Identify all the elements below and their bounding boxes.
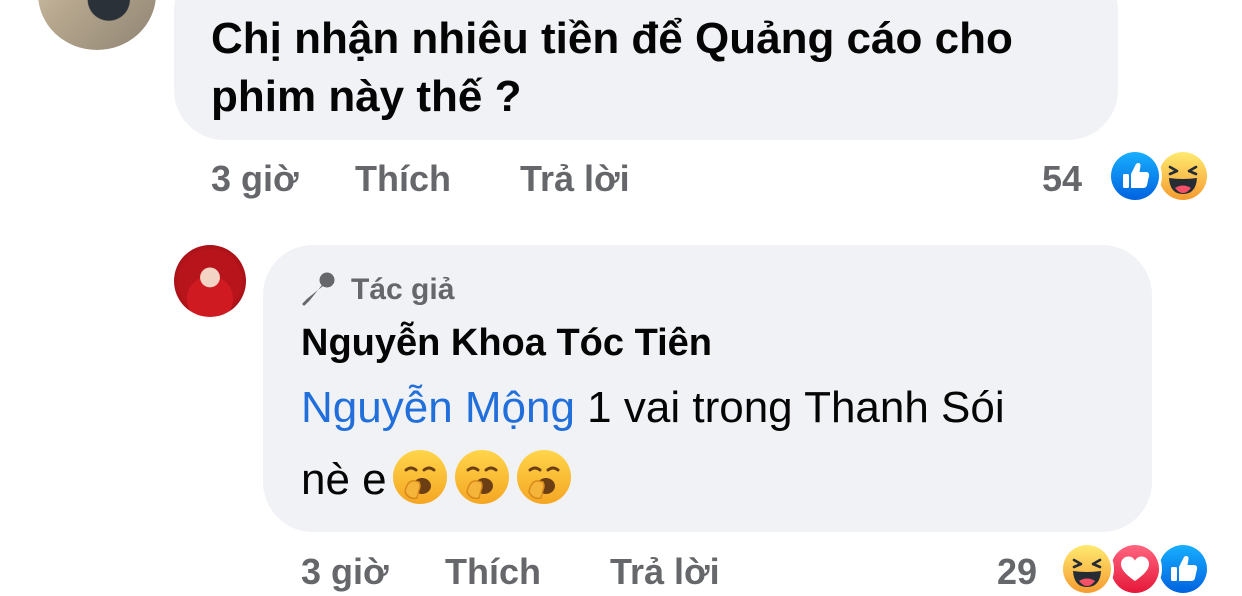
author-label: Tác giả xyxy=(351,273,455,306)
yawning-face-icon xyxy=(391,448,449,506)
comment-text: Nguyễn Mộng 1 vai trong Thanh Sói nè e xyxy=(301,372,1141,516)
like-icon[interactable] xyxy=(1156,542,1210,596)
comment-author-name[interactable]: Nguyễn Khoa Tóc Tiên xyxy=(301,322,712,365)
haha-icon[interactable] xyxy=(1060,542,1114,596)
reply-button[interactable]: Trả lời xyxy=(520,158,630,200)
reaction-count[interactable]: 29 xyxy=(997,551,1037,593)
like-button[interactable]: Thích xyxy=(445,551,541,593)
love-icon[interactable] xyxy=(1108,542,1162,596)
haha-icon[interactable] xyxy=(1156,149,1210,203)
mention-link[interactable]: Nguyễn Mộng xyxy=(301,383,575,432)
comment-timestamp[interactable]: 3 giờ xyxy=(301,551,389,593)
like-button[interactable]: Thích xyxy=(355,158,451,200)
commenter-avatar[interactable] xyxy=(38,0,156,50)
reaction-count[interactable]: 54 xyxy=(1042,158,1082,200)
microphone-icon xyxy=(301,269,339,312)
yawning-face-icon xyxy=(453,448,511,506)
author-avatar[interactable] xyxy=(174,245,246,317)
comment-text: Chị nhận nhiêu tiền để Quảng cáo cho phi… xyxy=(211,14,1013,121)
like-icon[interactable] xyxy=(1108,149,1162,203)
comment-text-part: nè e xyxy=(301,455,387,504)
reply-button[interactable]: Trả lời xyxy=(610,551,720,593)
comment-timestamp[interactable]: 3 giờ xyxy=(211,158,299,200)
comment-text-part: 1 vai trong Thanh Sói xyxy=(574,383,1005,432)
author-badge: Tác giả xyxy=(301,270,454,310)
yawning-face-icon xyxy=(515,448,573,506)
